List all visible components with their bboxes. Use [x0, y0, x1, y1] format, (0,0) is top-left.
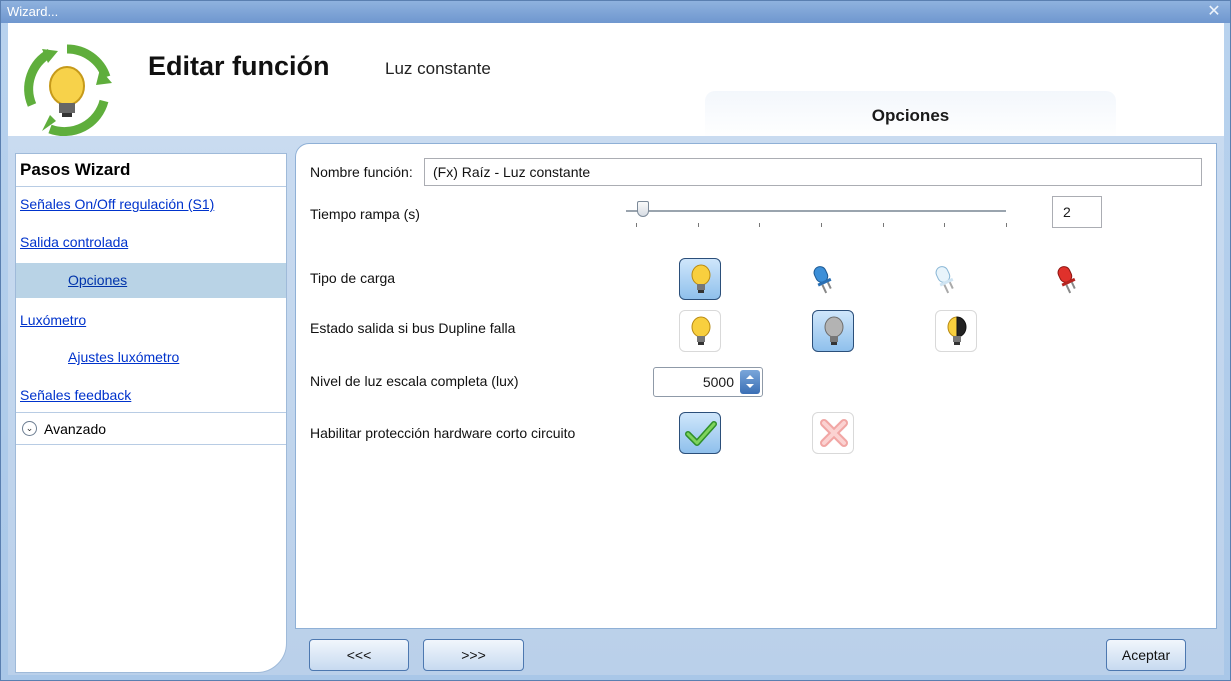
function-name-input[interactable]: (Fx) Raíz - Luz constante: [424, 158, 1202, 186]
blue-led-icon: [813, 266, 832, 294]
sidebar-item-opciones[interactable]: Opciones: [68, 272, 127, 288]
fail-half-button[interactable]: [935, 310, 977, 352]
slider-tick: [759, 223, 760, 227]
lux-spinner[interactable]: 5000: [653, 367, 763, 397]
hw-disable-button[interactable]: [812, 412, 854, 454]
slider-tick: [821, 223, 822, 227]
divider: [16, 444, 286, 445]
sidebar-item-senales-feedback[interactable]: Señales feedback: [20, 387, 131, 403]
close-icon[interactable]: ✕: [1206, 1, 1222, 23]
incandescent-bulb-icon: [691, 264, 711, 293]
slider-tick: [698, 223, 699, 227]
load-blue-led-button[interactable]: [801, 258, 843, 300]
check-icon: [685, 421, 717, 446]
lux-value: 5000: [702, 374, 734, 390]
bulb-on-icon: [691, 316, 711, 345]
chevron-down-icon: ⌄: [22, 421, 37, 436]
bulb-half-icon: [947, 316, 967, 345]
ramp-value-input[interactable]: 2: [1052, 196, 1102, 228]
load-type-label: Tipo de carga: [310, 270, 396, 286]
sidebar-title: Pasos Wizard: [20, 160, 131, 179]
bulb-off-icon: [824, 316, 844, 345]
divider: [16, 186, 286, 187]
load-red-led-button[interactable]: [1045, 258, 1087, 300]
hw-enable-button[interactable]: [679, 412, 721, 454]
sidebar-item-senales-onoff[interactable]: Señales On/Off regulación (S1): [20, 196, 214, 212]
next-button[interactable]: >>>: [423, 639, 524, 671]
wizard-window: Wizard... ✕ Editar función Luz constante…: [0, 0, 1231, 681]
tab-opciones[interactable]: Opciones: [705, 91, 1116, 139]
cross-icon: [820, 419, 848, 447]
sidebar-item-luxometro[interactable]: Luxómetro: [20, 312, 86, 328]
name-label: Nombre función:: [310, 164, 413, 180]
options-panel: Nombre función: (Fx) Raíz - Luz constant…: [295, 143, 1217, 629]
ramp-label: Tiempo rampa (s): [310, 206, 420, 222]
page-title: Editar función: [148, 51, 330, 81]
back-button[interactable]: <<<: [309, 639, 409, 671]
bus-fail-label: Estado salida si bus Dupline falla: [310, 320, 516, 336]
title-bar: Wizard... ✕: [1, 1, 1230, 23]
wizard-steps-sidebar: Pasos Wizard Señales On/Off regulación (…: [15, 153, 287, 673]
slider-tick: [944, 223, 945, 227]
load-incandescent-button[interactable]: [679, 258, 721, 300]
spinner-arrows-icon[interactable]: [740, 370, 760, 394]
sidebar-item-ajustes-luxometro[interactable]: Ajustes luxómetro: [68, 349, 179, 365]
advanced-label: Avanzado: [44, 421, 107, 437]
advanced-toggle[interactable]: ⌄ Avanzado: [16, 414, 286, 444]
slider-tick: [1006, 223, 1007, 227]
page-subtitle: Luz constante: [385, 59, 491, 78]
fail-off-button[interactable]: [812, 310, 854, 352]
sidebar-active-highlight: [16, 263, 286, 298]
window-title: Wizard...: [7, 4, 59, 19]
fail-on-button[interactable]: [679, 310, 721, 352]
slider-tick: [883, 223, 884, 227]
accept-button[interactable]: Aceptar: [1106, 639, 1186, 671]
ramp-slider-track[interactable]: [626, 210, 1006, 212]
ramp-slider-thumb[interactable]: [637, 201, 649, 217]
white-led-icon: [935, 266, 954, 294]
wizard-content: Editar función Luz constante Opciones Pa…: [8, 23, 1224, 675]
lightbulb-cycle-icon: [24, 44, 112, 137]
divider: [16, 412, 286, 413]
sidebar-item-salida-controlada[interactable]: Salida controlada: [20, 234, 128, 250]
red-led-icon: [1057, 266, 1076, 294]
load-white-led-button[interactable]: [923, 258, 965, 300]
hw-protection-label: Habilitar protección hardware corto circ…: [310, 425, 576, 441]
lux-label: Nivel de luz escala completa (lux): [310, 373, 519, 389]
slider-tick: [636, 223, 637, 227]
